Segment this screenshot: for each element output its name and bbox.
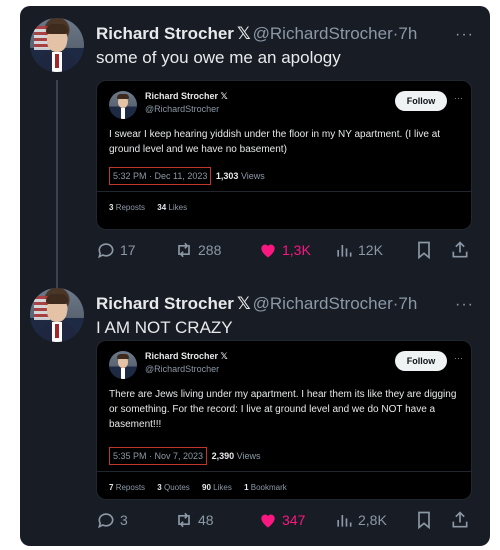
bookmark-icon	[418, 511, 430, 530]
avatar[interactable]	[30, 18, 84, 72]
more-options-icon[interactable]: ···	[454, 93, 463, 103]
bookmark-icon	[418, 241, 430, 260]
reply-button[interactable]: 3	[96, 510, 128, 530]
reply-icon	[98, 513, 114, 529]
likes-stat[interactable]: 34 Likes	[157, 203, 187, 212]
tweet-header: Richard Strocher 𝕏 @RichardStrocher·7h	[96, 24, 418, 44]
more-options-icon[interactable]: ···	[455, 26, 474, 44]
quoted-author-name[interactable]: Richard Strocher 𝕏	[145, 351, 228, 362]
quoted-tweet[interactable]: Richard Strocher 𝕏 @RichardStrocher Foll…	[96, 340, 472, 500]
follow-button[interactable]: Follow	[395, 351, 447, 371]
divider	[97, 471, 471, 472]
author-name[interactable]: Richard Strocher	[96, 24, 234, 43]
screenshot-frame: Richard Strocher 𝕏 @RichardStrocher·7h ···…	[20, 6, 490, 546]
avatar[interactable]	[30, 288, 84, 342]
views-button[interactable]: 12K	[334, 240, 383, 260]
action-bar: 3 48 347 2,8K	[96, 510, 476, 534]
views-count: 2,390	[211, 451, 235, 461]
repost-icon	[178, 242, 190, 258]
timestamp[interactable]: 5:35 PM · Nov 7, 2023	[109, 447, 208, 465]
bookmarks-stat[interactable]: 1 Bookmark	[244, 483, 287, 492]
heart-icon	[261, 244, 275, 258]
more-options-icon[interactable]: ···	[454, 353, 463, 363]
reply-button[interactable]: 17	[96, 240, 136, 260]
views-icon	[337, 245, 352, 257]
share-icon	[452, 511, 468, 528]
share-button[interactable]	[450, 510, 474, 530]
bookmark-button[interactable]	[414, 240, 438, 260]
follow-button[interactable]: Follow	[395, 91, 447, 111]
share-icon	[452, 241, 468, 258]
x-logo-icon: 𝕏	[236, 294, 251, 314]
tweet-header: Richard Strocher 𝕏 @RichardStrocher·7h	[96, 294, 418, 314]
repost-button[interactable]: 48	[174, 510, 214, 530]
tweet-text: I AM NOT CRAZY	[96, 318, 233, 337]
quoted-tweet-text: I swear I keep hearing yiddish under the…	[109, 129, 441, 155]
timestamp[interactable]: 5:32 PM · Dec 11, 2023	[109, 167, 212, 185]
x-logo-icon: 𝕏	[236, 24, 251, 44]
quoted-tweet-meta: 5:35 PM · Nov 7, 2023 2,390 Views	[109, 447, 260, 465]
views-icon	[337, 515, 352, 527]
thread-line	[56, 80, 58, 290]
author-handle[interactable]: @RichardStrocher	[253, 24, 393, 43]
heart-icon	[261, 514, 275, 528]
tweet-time[interactable]: 7h	[398, 24, 417, 43]
views-count: 1,303	[215, 171, 239, 181]
repost-button[interactable]: 288	[174, 240, 221, 260]
like-button[interactable]: 347	[258, 510, 305, 530]
quoted-author-name[interactable]: Richard Strocher 𝕏	[145, 91, 228, 102]
author-name[interactable]: Richard Strocher	[96, 294, 234, 313]
author-handle[interactable]: @RichardStrocher	[253, 294, 393, 313]
tweet-text: some of you owe me an apology	[96, 48, 341, 67]
reply-icon	[98, 243, 114, 259]
likes-stat[interactable]: 90 Likes	[202, 483, 232, 492]
avatar[interactable]	[109, 351, 137, 379]
quoted-author-handle[interactable]: @RichardStrocher	[145, 364, 219, 374]
reposts-stat[interactable]: 7 Reposts	[109, 483, 145, 492]
divider	[97, 191, 471, 192]
quoted-tweet-meta: 5:32 PM · Dec 11, 2023 1,303 Views	[109, 167, 265, 185]
quoted-tweet-text: There are Jews living under my apartment…	[109, 389, 457, 430]
share-button[interactable]	[450, 240, 474, 260]
like-button[interactable]: 1,3K	[258, 240, 311, 260]
repost-icon	[178, 512, 190, 528]
x-logo-icon: 𝕏	[220, 351, 228, 361]
bookmark-button[interactable]	[414, 510, 438, 530]
more-options-icon[interactable]: ···	[455, 296, 474, 314]
quoted-author-handle[interactable]: @RichardStrocher	[145, 104, 219, 114]
avatar[interactable]	[109, 91, 137, 119]
x-logo-icon: 𝕏	[220, 91, 228, 101]
quoted-tweet-stats: 7 Reposts 3 Quotes 90 Likes 1 Bookmark	[109, 483, 297, 492]
views-button[interactable]: 2,8K	[334, 510, 387, 530]
quotes-stat[interactable]: 3 Quotes	[157, 483, 189, 492]
quoted-tweet-stats: 3 Reposts 34 Likes	[109, 203, 197, 212]
quoted-tweet[interactable]: Richard Strocher 𝕏 @RichardStrocher Foll…	[96, 80, 472, 230]
reposts-stat[interactable]: 3 Reposts	[109, 203, 145, 212]
tweet-time[interactable]: 7h	[398, 294, 417, 313]
action-bar: 17 288 1,3K 12K	[96, 240, 476, 264]
